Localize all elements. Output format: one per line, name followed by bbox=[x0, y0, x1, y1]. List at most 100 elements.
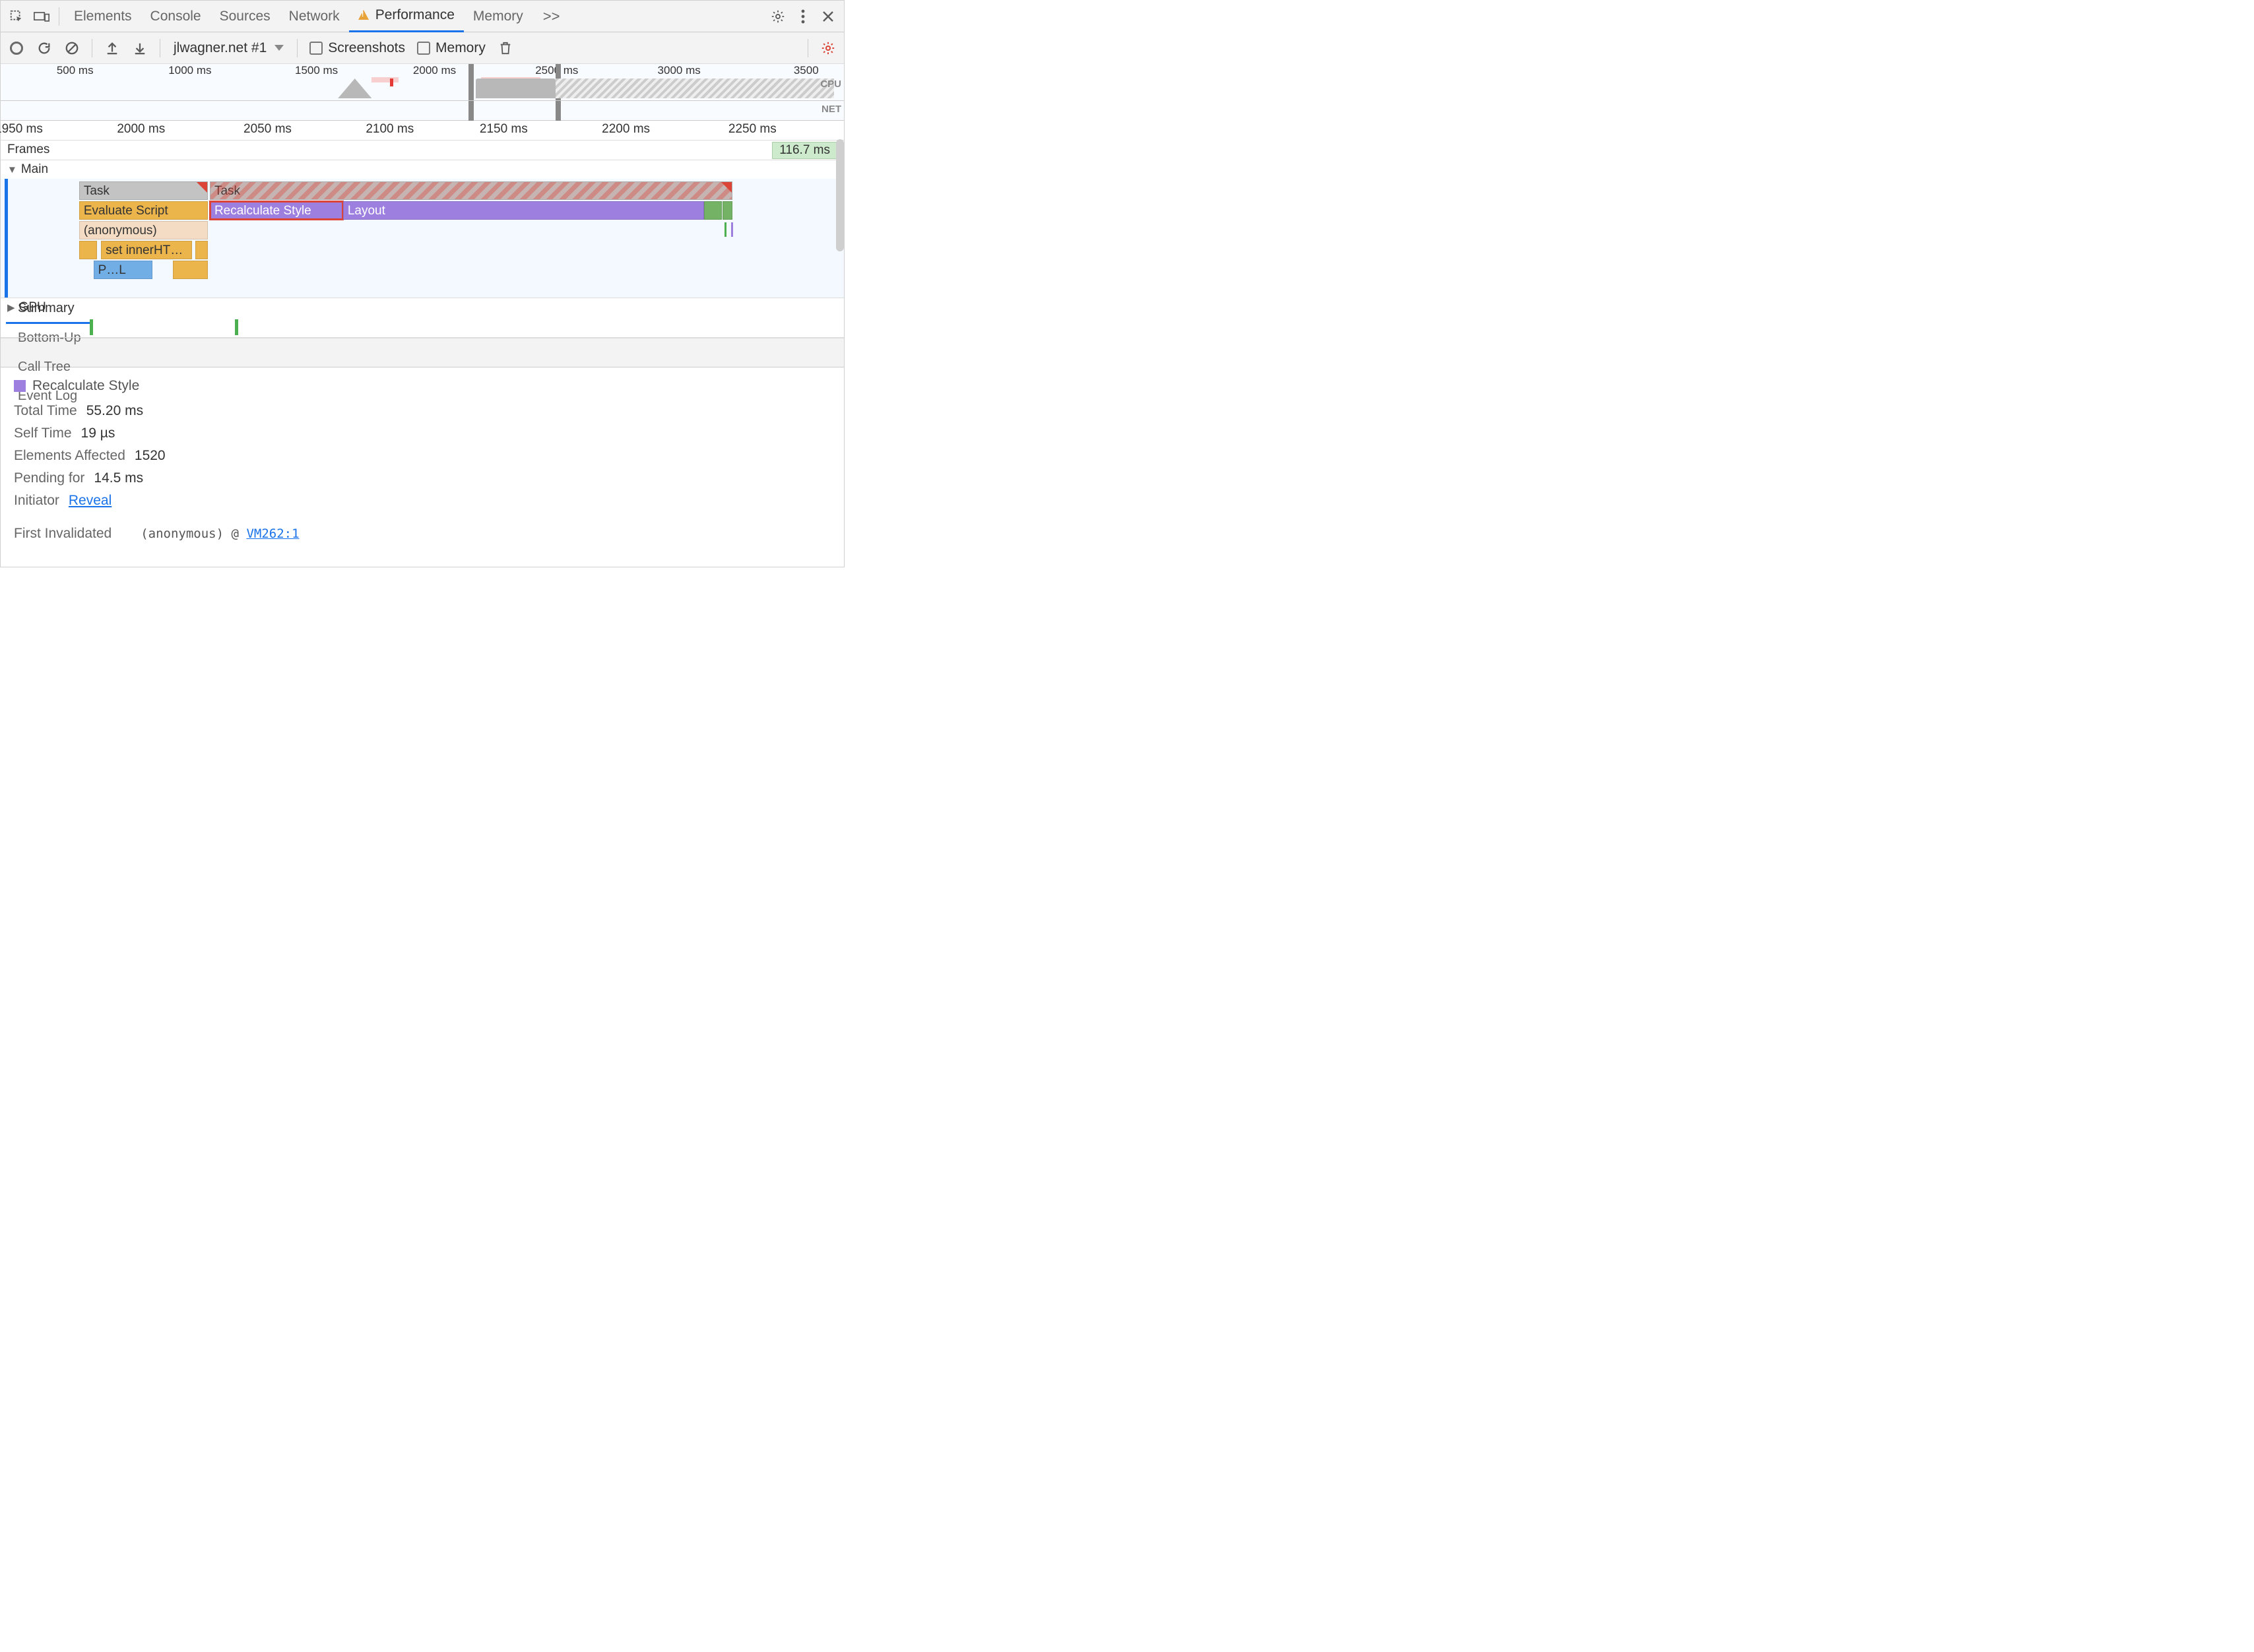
first-invalidated-link[interactable]: VM262:1 bbox=[246, 526, 299, 541]
flame-layout[interactable]: Layout bbox=[343, 201, 704, 220]
memory-label: Memory bbox=[435, 40, 486, 56]
inspect-element-icon[interactable] bbox=[5, 5, 28, 28]
kebab-menu-icon[interactable] bbox=[791, 5, 815, 28]
summary-key: Initiator bbox=[14, 493, 59, 508]
disclosure-triangle-icon: ▼ bbox=[7, 164, 17, 175]
summary-link[interactable]: Reveal bbox=[69, 493, 112, 508]
memory-checkbox[interactable]: Memory bbox=[413, 40, 490, 56]
flame-segment[interactable] bbox=[195, 241, 208, 259]
flame--anonymous-[interactable]: (anonymous) bbox=[79, 221, 209, 239]
selection-handle-left[interactable] bbox=[468, 64, 474, 121]
at-glyph: @ bbox=[232, 526, 239, 541]
net-lane-label: NET bbox=[821, 104, 841, 115]
tab-sources[interactable]: Sources bbox=[210, 1, 280, 32]
tab-label: Elements bbox=[74, 9, 132, 24]
overview-tick: 1500 ms bbox=[295, 64, 338, 77]
warning-icon bbox=[358, 10, 369, 20]
tab-label: Memory bbox=[473, 9, 523, 24]
flame-recalculate-style[interactable]: Recalculate Style bbox=[210, 201, 343, 220]
flame-evaluate-script[interactable]: Evaluate Script bbox=[79, 201, 209, 220]
checkbox-icon bbox=[309, 42, 323, 55]
flame-segment[interactable] bbox=[704, 201, 722, 220]
overview-timeline[interactable]: 500 ms1000 ms1500 ms2000 ms2500 ms3000 m… bbox=[1, 64, 844, 121]
tab-label: Sources bbox=[220, 9, 271, 24]
frame-pill[interactable]: 116.7 ms bbox=[772, 142, 837, 159]
upload-profile-icon[interactable] bbox=[100, 36, 124, 60]
summary-key: Elements Affected bbox=[14, 448, 125, 463]
session-select-label: jlwagner.net #1 bbox=[174, 40, 267, 56]
overview-tick: 2000 ms bbox=[413, 64, 456, 77]
summary-value: 1520 bbox=[135, 448, 166, 463]
record-button[interactable] bbox=[5, 36, 28, 60]
caret-down-icon bbox=[274, 45, 284, 51]
ruler-tick: 2250 ms bbox=[728, 122, 777, 137]
flame-segment[interactable] bbox=[723, 201, 732, 220]
gpu-tick bbox=[90, 319, 93, 335]
ruler-tick: 2050 ms bbox=[243, 122, 292, 137]
frames-track[interactable]: Frames 116.7 ms bbox=[1, 141, 844, 160]
detail-tab-call-tree[interactable]: Call Tree bbox=[6, 353, 93, 382]
tab-elements[interactable]: Elements bbox=[65, 1, 141, 32]
first-invalidated-label: First Invalidated bbox=[14, 526, 112, 542]
flame-task[interactable]: Task bbox=[210, 181, 732, 200]
tab-network[interactable]: Network bbox=[280, 1, 349, 32]
gpu-track[interactable] bbox=[1, 317, 844, 338]
ruler-tick: 1950 ms bbox=[0, 122, 43, 137]
download-profile-icon[interactable] bbox=[128, 36, 152, 60]
more-tabs-button[interactable]: >> bbox=[534, 1, 569, 32]
screenshots-checkbox[interactable]: Screenshots bbox=[306, 40, 409, 56]
summary-panel: Recalculate Style Total Time55.20 msSelf… bbox=[1, 367, 844, 567]
scrollbar[interactable] bbox=[836, 139, 844, 251]
details-tabs: SummaryBottom-UpCall TreeEvent Log bbox=[1, 338, 844, 367]
summary-key: Total Time bbox=[14, 403, 77, 418]
flame-set-innerhtml[interactable]: set innerHTML bbox=[101, 241, 192, 259]
tab-memory[interactable]: Memory bbox=[464, 1, 532, 32]
close-devtools-icon[interactable] bbox=[816, 5, 840, 28]
tab-console[interactable]: Console bbox=[141, 1, 210, 32]
toggle-device-icon[interactable] bbox=[30, 5, 53, 28]
flame-p-l[interactable]: P…L bbox=[94, 261, 152, 279]
main-rail bbox=[5, 179, 8, 298]
cpu-lane-label: CPU bbox=[820, 79, 841, 90]
settings-icon[interactable] bbox=[766, 5, 790, 28]
first-invalidated-func: (anonymous) bbox=[141, 526, 224, 541]
overview-tick: 3500 bbox=[794, 64, 819, 77]
gpu-tick bbox=[235, 319, 238, 335]
reload-button[interactable] bbox=[32, 36, 56, 60]
top-tabs-bar: Elements Console Sources Network Performance… bbox=[1, 1, 844, 32]
clear-button[interactable] bbox=[60, 36, 84, 60]
checkbox-icon bbox=[417, 42, 430, 55]
frames-label: Frames bbox=[1, 141, 56, 159]
flame-segment[interactable] bbox=[79, 241, 97, 259]
ruler-tick: 2100 ms bbox=[366, 122, 414, 137]
summary-key: Pending for bbox=[14, 470, 84, 486]
summary-row: Pending for 14.5 ms bbox=[14, 470, 831, 486]
ruler-tick: 2200 ms bbox=[602, 122, 650, 137]
capture-settings-icon[interactable] bbox=[816, 36, 840, 60]
category-swatch bbox=[14, 380, 26, 392]
summary-row: Elements Affected 1520 bbox=[14, 448, 831, 464]
separator bbox=[297, 39, 298, 57]
summary-title: Recalculate Style bbox=[14, 378, 831, 394]
main-track-header[interactable]: ▼ Main bbox=[1, 160, 55, 179]
flame-segment[interactable] bbox=[173, 261, 209, 279]
overview-tick: 500 ms bbox=[57, 64, 94, 77]
summary-value: 14.5 ms bbox=[94, 470, 143, 486]
performance-toolbar: jlwagner.net #1 Screenshots Memory bbox=[1, 32, 844, 64]
screenshots-label: Screenshots bbox=[328, 40, 405, 56]
main-flame-chart[interactable]: TaskTaskEvaluate ScriptRecalculate Style… bbox=[1, 179, 844, 298]
tab-performance[interactable]: Performance bbox=[349, 1, 464, 32]
summary-event-name: Recalculate Style bbox=[32, 378, 139, 394]
delete-profile-icon[interactable] bbox=[494, 36, 517, 60]
tab-label: Console bbox=[150, 9, 201, 24]
overview-tick: 1000 ms bbox=[168, 64, 211, 77]
ruler-tick: 2000 ms bbox=[117, 122, 165, 137]
summary-row: Self Time19 µs bbox=[14, 426, 831, 441]
ruler-tick: 2150 ms bbox=[480, 122, 528, 137]
session-select[interactable]: jlwagner.net #1 bbox=[168, 40, 289, 56]
flame-task[interactable]: Task bbox=[79, 181, 209, 200]
main-label: Main bbox=[21, 162, 48, 177]
overview-tick: 3000 ms bbox=[658, 64, 701, 77]
detail-ruler[interactable]: 1950 ms 2000 ms 2050 ms 2100 ms 2150 ms 2200 … bbox=[1, 121, 844, 141]
tab-label: Performance bbox=[375, 7, 455, 23]
